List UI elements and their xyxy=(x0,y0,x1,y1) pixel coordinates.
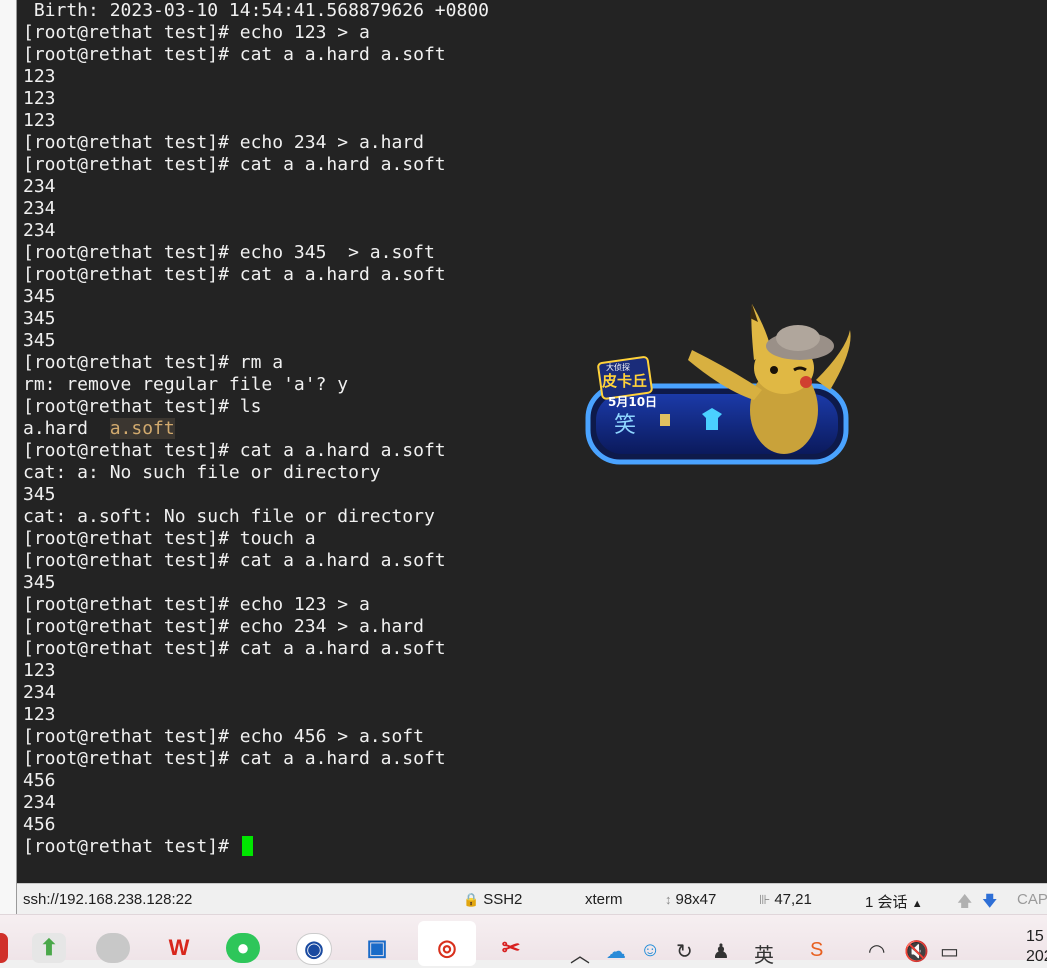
terminal-line: 345 xyxy=(23,308,56,329)
terminal-line: [root@rethat test]# cat a a.hard a.soft xyxy=(23,638,446,659)
status-bar: ssh://192.168.238.128:22 🔒 SSH2 xterm ↕ 98… xyxy=(17,883,1047,915)
cursor-pos-icon: ⊪ xyxy=(759,892,771,907)
terminal-line: [root@rethat test]# echo 345 > a.soft xyxy=(23,242,435,263)
terminal-type: xterm xyxy=(585,891,623,908)
terminal-line: 123 xyxy=(23,88,56,109)
terminal-line: 345 xyxy=(23,484,56,505)
connection-address: ssh://192.168.238.128:22 xyxy=(23,891,193,908)
terminal-line: [root@rethat test]# cat a a.hard a.soft xyxy=(23,748,446,769)
terminal-line: [root@rethat test]# cat a a.hard a.soft xyxy=(23,44,446,65)
terminal-line: 456 xyxy=(23,770,56,791)
lock-icon: 🔒 xyxy=(463,892,480,907)
terminal-line: [root@rethat test]# echo 456 > a.soft xyxy=(23,726,424,747)
terminal-line: [root@rethat test]# cat a a.hard a.soft xyxy=(23,154,446,175)
terminal-line: 345 xyxy=(23,572,56,593)
caps-indicator: CAP xyxy=(1017,891,1047,908)
sticker-glyph: 笑 xyxy=(614,413,636,438)
broken-symlink-entry: a.soft xyxy=(109,418,175,439)
terminal-line: [root@rethat test]# cat a a.hard a.soft xyxy=(23,264,446,285)
svg-text:5月10日: 5月10日 xyxy=(608,395,657,409)
terminal-line: 456 xyxy=(23,814,56,835)
terminal-line: 234 xyxy=(23,792,56,813)
terminal-line: 123 xyxy=(23,704,56,725)
terminal-line: [root@rethat test]# rm a xyxy=(23,352,284,373)
terminal-line: cat: a.soft: No such file or directory xyxy=(23,506,435,527)
terminal-line: [root@rethat test]# echo 123 > a xyxy=(23,594,370,615)
mute-icon[interactable]: 🔇 xyxy=(904,939,929,964)
terminal-line: 234 xyxy=(23,220,56,241)
terminal-line: 123 xyxy=(23,66,56,87)
protocol-indicator: 🔒 SSH2 xyxy=(463,891,523,908)
ime-indicator[interactable]: 英 xyxy=(754,939,774,968)
terminal-line: [root@rethat test]# echo 123 > a xyxy=(23,22,370,43)
terminal-line: 345 xyxy=(23,330,56,351)
clock-date: 2023/3 xyxy=(1026,948,1047,965)
sync-icon[interactable]: ↻ xyxy=(676,939,693,964)
scroll-up-icon[interactable]: 🡅 xyxy=(957,891,972,916)
terminal-line: [root@rethat test]# xyxy=(23,836,253,858)
battery-icon[interactable]: ▭ xyxy=(940,939,959,964)
session-count[interactable]: 1 会话 ▲ xyxy=(865,891,923,912)
detective-pikachu-sticker: 笑 大侦探 皮卡丘 5月10日 xyxy=(585,304,851,465)
terminal-line: 123 xyxy=(23,660,56,681)
tray-expand-icon[interactable]: ︿ xyxy=(570,939,590,968)
terminal-line: [root@rethat test]# ls xyxy=(23,396,262,417)
svg-text:大侦探: 大侦探 xyxy=(606,362,630,372)
svg-text:皮卡丘: 皮卡丘 xyxy=(602,372,647,390)
terminal-pane[interactable]: Birth: 2023-03-10 14:54:41.568879626 +08… xyxy=(17,0,1047,883)
scroll-down-icon[interactable]: 🡇 xyxy=(982,891,997,916)
terminal-line: [root@rethat test]# echo 234 > a.hard xyxy=(23,132,424,153)
browser-icon[interactable]: ◉ xyxy=(296,933,332,965)
terminal-line: 234 xyxy=(23,198,56,219)
terminal-line: rm: remove regular file 'a'? y xyxy=(23,374,349,395)
cloud-icon[interactable]: ☁ xyxy=(606,939,626,964)
caret-up-icon: ▲ xyxy=(911,898,923,910)
taskbar: ⬆ W ● ◉ ▣ ◎ ✂ ︿ ☁ ☺ ↻ ♟ 英 S ◠ 🔇 ▭ 15 202… xyxy=(0,914,1047,967)
terminal-cursor xyxy=(241,836,253,856)
terminal-line: 234 xyxy=(23,682,56,703)
terminal-line: [root@rethat test]# cat a a.hard a.soft xyxy=(23,550,446,571)
qq-icon[interactable]: ♟ xyxy=(712,939,730,964)
wifi-icon[interactable]: ◠ xyxy=(868,939,885,964)
clock-time: 15 xyxy=(1026,928,1044,945)
terminal-line: Birth: 2023-03-10 14:54:41.568879626 +08… xyxy=(23,0,489,21)
resize-icon: ↕ xyxy=(665,892,672,907)
terminal-line: [root@rethat test]# echo 234 > a.hard xyxy=(23,616,424,637)
terminal-line: a.hard a.soft xyxy=(23,418,175,439)
terminal-line: [root@rethat test]# cat a a.hard a.soft xyxy=(23,440,446,461)
terminal-line: [root@rethat test]# touch a xyxy=(23,528,316,549)
cursor-position: ⊪ 47,21 xyxy=(759,891,812,908)
clock[interactable]: 15 2023/3 xyxy=(1026,927,1047,967)
window-left-border xyxy=(0,0,17,914)
terminal-line: 123 xyxy=(23,110,56,131)
terminal-line: 234 xyxy=(23,176,56,197)
terminal-size: ↕ 98x47 xyxy=(665,891,717,908)
terminal-line: cat: a: No such file or directory xyxy=(23,462,381,483)
terminal-line: 345 xyxy=(23,286,56,307)
